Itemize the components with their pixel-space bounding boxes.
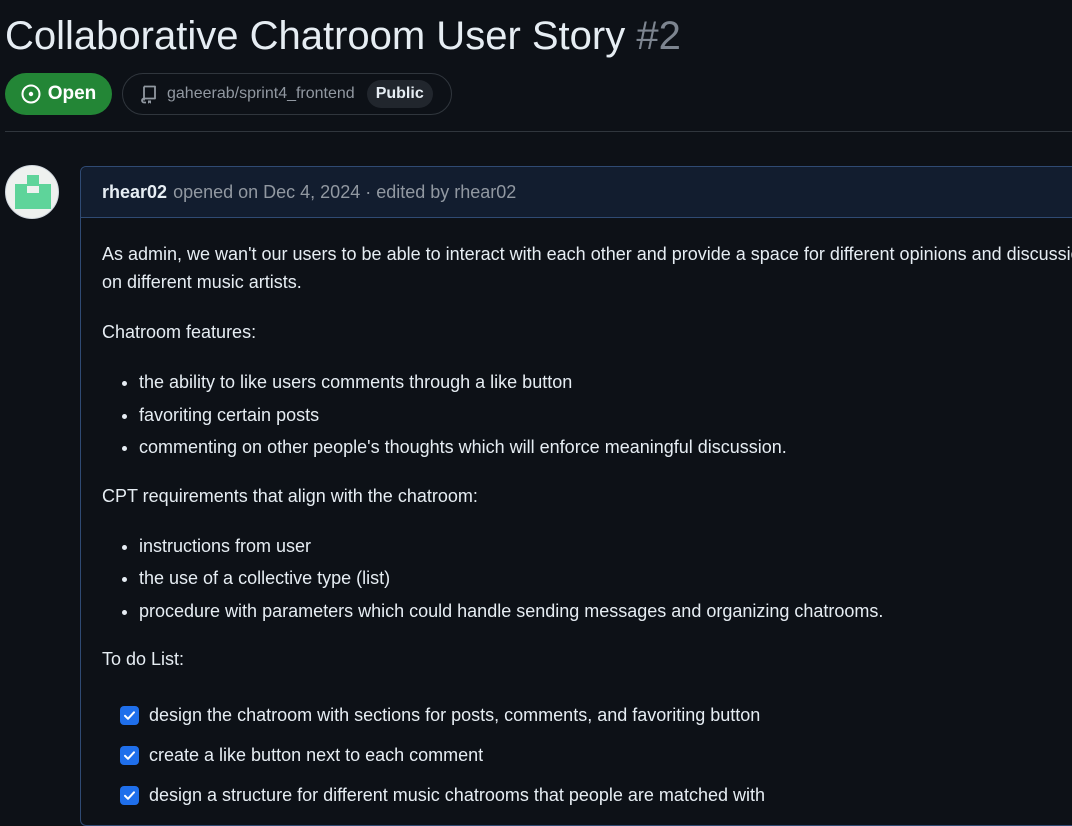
task-label: design the chatroom with sections for po…: [149, 705, 761, 725]
todo-list: design the chatroom with sections for po…: [102, 695, 1072, 815]
list-item: favoriting certain posts: [139, 399, 1072, 432]
comment-body: As admin, we wan't our users to be able …: [81, 240, 1072, 815]
repo-icon: [141, 85, 156, 104]
task-checkbox[interactable]: [120, 705, 139, 725]
issue-title: Collaborative Chatroom User Story #2: [5, 12, 681, 60]
issue-number: #2: [636, 14, 681, 58]
list-item: the use of a collective type (list): [139, 562, 1072, 595]
check-icon: [124, 750, 135, 760]
list-item: the ability to like users comments throu…: [139, 366, 1072, 399]
features-heading: Chatroom features:: [102, 322, 257, 342]
header-divider: [5, 131, 1072, 132]
comment-author-link[interactable]: rhear02: [102, 182, 167, 203]
todo-heading: To do List:: [102, 649, 185, 669]
list-item: commenting on other people's thoughts wh…: [139, 431, 1072, 464]
repo-pill[interactable]: gaheerab/sprint4_frontend Public: [122, 73, 452, 115]
task-label: design a structure for different music c…: [149, 785, 765, 805]
cpt-list: instructions from user the use of a coll…: [102, 530, 1072, 628]
check-icon: [124, 710, 135, 720]
list-item: procedure with parameters which could ha…: [139, 595, 1072, 628]
issue-opened-icon: [21, 84, 41, 104]
task-item: create a like button next to each commen…: [120, 735, 1072, 775]
features-list: the ability to like users comments throu…: [102, 366, 1072, 464]
issue-state-badge: Open: [5, 73, 112, 115]
task-label: create a like button next to each commen…: [149, 745, 484, 765]
comment-header: rhear02 opened on Dec 4, 2024 · edited b…: [81, 167, 1072, 218]
check-icon: [124, 790, 135, 800]
task-item: design a structure for different music c…: [120, 775, 1072, 815]
cpt-heading: CPT requirements that align with the cha…: [102, 485, 478, 506]
issue-state-label: Open: [47, 83, 97, 104]
repo-name-link[interactable]: gaheerab/sprint4_frontend: [167, 85, 355, 103]
issue-comment: rhear02 opened on Dec 4, 2024 · edited b…: [80, 166, 1072, 826]
comment-meta: opened on Dec 4, 2024 · edited by rhear0…: [173, 181, 517, 202]
issue-title-text: Collaborative Chatroom User Story: [5, 14, 626, 58]
task-item: design the chatroom with sections for po…: [120, 695, 1072, 735]
avatar[interactable]: [5, 165, 59, 219]
visibility-badge: Public: [366, 80, 433, 108]
issue-description: As admin, we wan't our users to be able …: [102, 244, 1072, 292]
task-checkbox[interactable]: [120, 745, 139, 765]
list-item: instructions from user: [139, 530, 1072, 563]
